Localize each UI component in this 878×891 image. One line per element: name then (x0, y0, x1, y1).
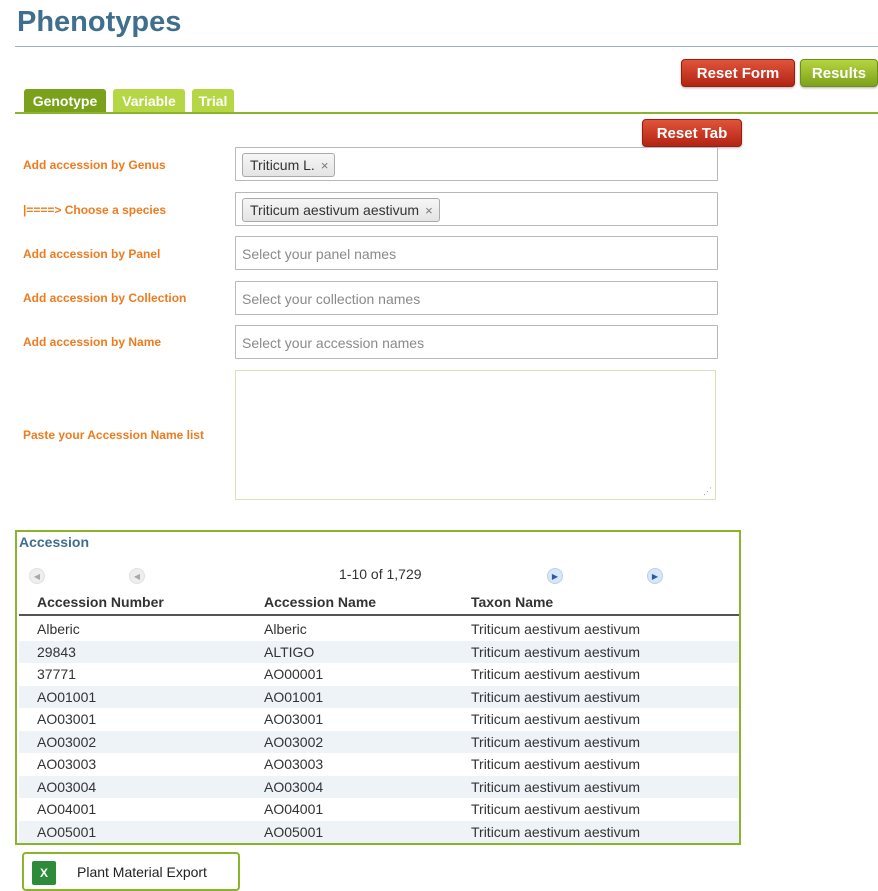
name-label: Add accession by Name (23, 335, 162, 349)
paste-list-label: Paste your Accession Name list (23, 428, 204, 442)
panel-select[interactable]: Select your panel names (235, 236, 718, 270)
cell-taxon-name: Triticum aestivum aestivum (471, 733, 641, 750)
cell-accession-name: AO03003 (264, 756, 324, 772)
collection-label: Add accession by Collection (23, 291, 187, 305)
last-page-icon[interactable]: ▶ (647, 568, 663, 584)
table-row[interactable]: AO03001 AO03001 Triticum aestivum aestivum (19, 708, 739, 731)
table-row[interactable]: AO04001 AO04001 Triticum aestivum aestivum (19, 798, 739, 821)
next-page-icon[interactable]: ▶ (547, 568, 563, 584)
cell-taxon-name: Triticum aestivum aestivum (471, 666, 641, 682)
species-chip-label: Triticum aestivum aestivum (250, 202, 420, 218)
genus-label: Add accession by Genus (23, 158, 166, 172)
excel-icon: X (32, 861, 56, 885)
cell-taxon-name: Triticum aestivum aestivum (471, 756, 641, 772)
reset-form-button[interactable]: Reset Form (681, 59, 795, 87)
column-header-taxon-name[interactable]: Taxon Name (471, 594, 553, 610)
cell-taxon-name: Triticum aestivum aestivum (471, 778, 641, 795)
table-row[interactable]: 29843 ALTIGO Triticum aestivum aestivum (19, 640, 739, 663)
reset-tab-button[interactable]: Reset Tab (642, 119, 742, 147)
cell-accession-number: AO03001 (37, 711, 97, 727)
panel-label: Add accession by Panel (23, 247, 161, 261)
cell-taxon-name: Triticum aestivum aestivum (471, 711, 641, 727)
cell-accession-name: ALTIGO (264, 643, 315, 660)
cell-accession-number: AO03002 (37, 733, 97, 750)
table-row[interactable]: AO03004 AO03004 Triticum aestivum aestivum (19, 775, 739, 798)
cell-accession-name: AO00001 (264, 666, 324, 682)
panel-placeholder: Select your panel names (242, 246, 397, 262)
genus-chip[interactable]: Triticum L. × (242, 153, 336, 177)
cell-accession-name: AO05001 (264, 823, 324, 840)
pager-status: 1-10 of 1,729 (339, 566, 422, 582)
column-header-accession-number[interactable]: Accession Number (37, 594, 164, 610)
first-page-icon[interactable]: ◀ (29, 568, 45, 584)
species-label: |====> Choose a species (23, 203, 167, 217)
cell-taxon-name: Triticum aestivum aestivum (471, 643, 641, 660)
accession-table-body: Alberic Alberic Triticum aestivum aestivum… (19, 618, 739, 843)
cell-accession-name: AO03001 (264, 711, 324, 727)
cell-accession-name: Alberic (264, 621, 307, 637)
cell-accession-number: AO05001 (37, 823, 97, 840)
collection-placeholder: Select your collection names (242, 291, 421, 307)
cell-accession-name: AO04001 (264, 801, 324, 817)
name-placeholder: Select your accession names (242, 335, 425, 351)
tab-divider (15, 112, 878, 114)
title-divider (15, 46, 878, 47)
accession-panel: Accession ◀ ◀ 1-10 of 1,729 ▶ ▶ Accessio… (15, 530, 741, 845)
table-row[interactable]: AO03002 AO03002 Triticum aestivum aestivum (19, 730, 739, 753)
tab-trial[interactable]: Trial (192, 89, 234, 113)
tab-variable[interactable]: Variable (113, 89, 185, 113)
tab-genotype[interactable]: Genotype (24, 89, 106, 113)
name-select[interactable]: Select your accession names (235, 325, 718, 359)
cell-taxon-name: Triticum aestivum aestivum (471, 823, 641, 840)
cell-accession-name: AO03002 (264, 733, 324, 750)
results-button[interactable]: Results (800, 59, 878, 87)
column-header-accession-name[interactable]: Accession Name (264, 594, 376, 610)
cell-taxon-name: Triticum aestivum aestivum (471, 621, 641, 637)
cell-accession-name: AO01001 (264, 688, 324, 705)
collection-select[interactable]: Select your collection names (235, 281, 718, 315)
plant-material-export-button[interactable]: X Plant Material Export (22, 852, 240, 891)
cell-accession-number: AO03004 (37, 778, 97, 795)
resize-grip-icon[interactable]: ⋰ (703, 486, 712, 497)
accession-panel-title: Accession (19, 534, 90, 550)
page-title: Phenotypes (17, 6, 182, 38)
remove-chip-icon[interactable]: × (425, 203, 433, 218)
table-row[interactable]: Alberic Alberic Triticum aestivum aestivum (19, 618, 739, 641)
genus-select[interactable]: Triticum L. × (235, 147, 718, 181)
remove-chip-icon[interactable]: × (321, 158, 329, 173)
previous-page-icon[interactable]: ◀ (129, 568, 145, 584)
cell-taxon-name: Triticum aestivum aestivum (471, 688, 641, 705)
table-row[interactable]: AO05001 AO05001 Triticum aestivum aestivum (19, 820, 739, 843)
table-header-divider (19, 614, 739, 616)
cell-accession-number: AO03003 (37, 756, 97, 772)
species-chip[interactable]: Triticum aestivum aestivum × (242, 198, 440, 222)
cell-accession-number: 37771 (37, 666, 76, 682)
table-row[interactable]: AO01001 AO01001 Triticum aestivum aestivum (19, 685, 739, 708)
cell-taxon-name: Triticum aestivum aestivum (471, 801, 641, 817)
cell-accession-number: Alberic (37, 621, 80, 637)
genus-chip-label: Triticum L. (250, 157, 315, 173)
export-label: Plant Material Export (77, 864, 207, 880)
cell-accession-name: AO03004 (264, 778, 324, 795)
cell-accession-number: AO01001 (37, 688, 97, 705)
table-row[interactable]: 37771 AO00001 Triticum aestivum aestivum (19, 663, 739, 686)
species-select[interactable]: Triticum aestivum aestivum × (235, 192, 718, 226)
accession-list-textarea[interactable]: ⋰ (235, 370, 716, 500)
table-row[interactable]: AO03003 AO03003 Triticum aestivum aestivum (19, 753, 739, 776)
cell-accession-number: 29843 (37, 643, 76, 660)
cell-accession-number: AO04001 (37, 801, 97, 817)
